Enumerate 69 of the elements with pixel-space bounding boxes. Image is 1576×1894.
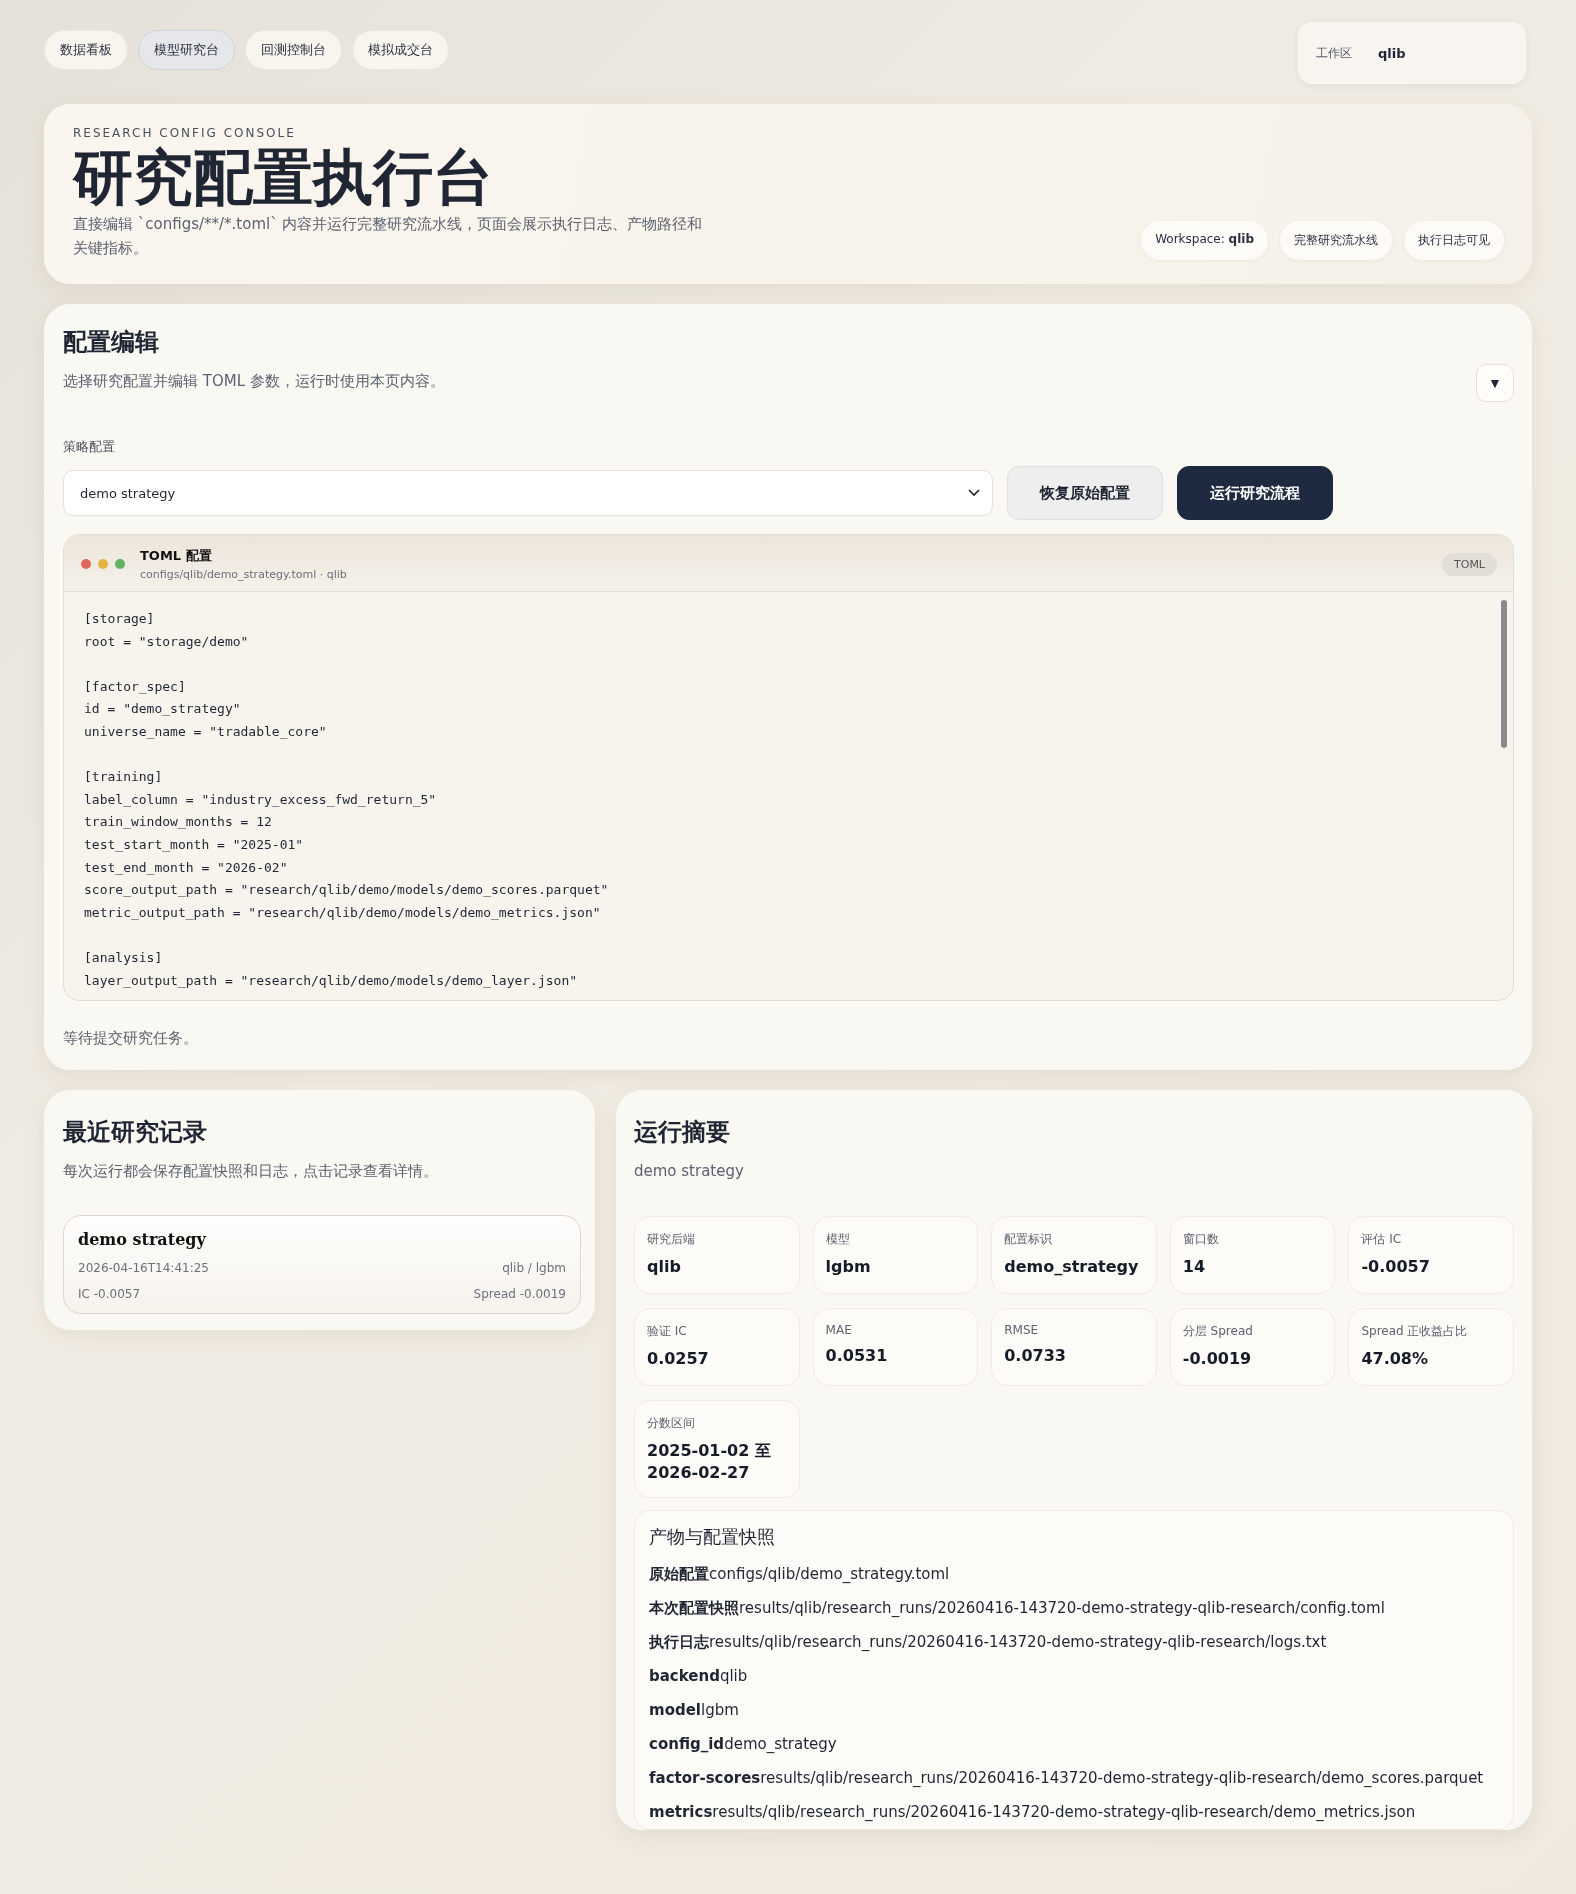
stat-label: 验证 IC [647, 1323, 688, 1340]
stat-label: Spread 正收益占比 [1361, 1323, 1469, 1340]
artifact-row-text: modellgbm [649, 1699, 740, 1721]
stat-value: qlib [647, 1256, 682, 1278]
stat-label: RMSE [1004, 1323, 1040, 1337]
stat-value: demo_strategy [1004, 1256, 1140, 1278]
history-record[interactable]: demo strategy 2026-04-16T14:41:25 qlib / lgbm IC -0.0057 Spread -0.0019 [63, 1215, 581, 1314]
page-title: 研究配置执行台 [73, 144, 494, 210]
stat-label: MAE [825, 1323, 853, 1337]
stat-label: 模型 [825, 1231, 851, 1248]
section-subtitle: demo strategy [634, 1162, 745, 1180]
stat-label: 分层 Spread [1182, 1323, 1254, 1340]
stat-value: 0.0257 [647, 1348, 710, 1370]
workspace-value: qlib [1378, 45, 1406, 61]
record-name: demo strategy [78, 1230, 208, 1249]
stat-value: lgbm [825, 1256, 872, 1278]
file-path: configs/qlib/demo_strategy.toml · qlib [140, 568, 347, 581]
artifact-row-text: backendqlib [649, 1665, 749, 1687]
run-button[interactable]: 运行研究流程 [1177, 466, 1333, 520]
record-engine: qlib / lgbm [502, 1261, 566, 1275]
section-description: 选择研究配置并编辑 TOML 参数，运行时使用本页内容。 [63, 372, 445, 391]
page-description: 直接编辑 `configs/**/*.toml` 内容并运行完整研究流水线，页面会展示执行日志、产物路径和关键指标。 [73, 214, 704, 259]
nav-tab[interactable]: 回测控制台 [245, 30, 342, 70]
artifact-row-text: 原始配置configs/qlib/demo_strategy.toml [649, 1563, 951, 1585]
stat-value: -0.0019 [1182, 1348, 1253, 1370]
stat-value: 14 [1182, 1256, 1207, 1278]
stat-value: 2025-01-02 至 2026-02-27 [647, 1440, 772, 1485]
collapse-button[interactable]: ▼ [1476, 364, 1514, 402]
format-badge: TOML [1442, 552, 1497, 576]
info-chip: Workspace: qlib [1141, 221, 1268, 260]
code-text: [storage] root = "storage/demo" [factor_spec] id = "demo_strategy" universe_name = "tradable_core" [training] label_column = "industry_excess_fwd_return_5" train_window_months = 12 test_start_month = "2025-01" test_end_month = "2026-02" score_output_path = "research/qlib/demo/models/demo_scores.parquet" metric_output_path = "research/qlib/demo/models/demo_metrics.json" [analysis] layer_output_path = "research/qlib/demo/models/demo_layer.json" [84, 610, 610, 990]
reset-button[interactable]: 恢复原始配置 [1007, 466, 1163, 520]
section-title: 运行摘要 [634, 1116, 731, 1148]
code-editor[interactable] [63, 534, 1514, 1001]
stat-label: 评估 IC [1361, 1231, 1403, 1248]
artifact-row-text: 本次配置快照results/qlib/research_runs/20260416-143720-demo-strategy-qlib-research/config.toml [649, 1597, 1386, 1619]
nav-tab[interactable]: 数据看板 [44, 30, 128, 70]
stat-value: -0.0057 [1361, 1256, 1431, 1278]
file-title: TOML 配置 [140, 547, 213, 565]
nav-tab[interactable]: 模型研究台 [138, 30, 235, 70]
info-chip: 执行日志可见 [1404, 221, 1504, 260]
artifact-row-text: factor-scoresresults/qlib/research_runs/20260416-143720-demo-strategy-qlib-research/demo_scores.parquet [649, 1767, 1485, 1789]
strategy-select[interactable]: demo strategy [63, 470, 993, 516]
artifact-row-text: metricsresults/qlib/research_runs/20260416-143720-demo-strategy-qlib-research/demo_metrics.json [649, 1801, 1417, 1823]
scrollbar-thumb[interactable] [1501, 600, 1507, 748]
section-title: 最近研究记录 [63, 1116, 208, 1148]
stat-value: 47.08% [1361, 1348, 1430, 1370]
record-spread: Spread -0.0019 [473, 1287, 566, 1301]
artifact-row-text: config_iddemo_strategy [649, 1733, 838, 1755]
section-description: 每次运行都会保存配置快照和日志，点击记录查看详情。 [63, 1162, 439, 1181]
status-text: 等待提交研究任务。 [63, 1029, 199, 1048]
workspace-label: 工作区 [1316, 44, 1352, 62]
section-title: 配置编辑 [63, 326, 160, 358]
artifact-row-text: 执行日志results/qlib/research_runs/20260416-143720-demo-strategy-qlib-research/logs.txt [649, 1631, 1328, 1653]
stat-value: 0.0531 [825, 1345, 889, 1367]
artifacts-title: 产物与配置快照 [649, 1524, 776, 1549]
stat-label: 窗口数 [1182, 1231, 1220, 1248]
stat-label: 研究后端 [647, 1231, 696, 1248]
info-chip: 完整研究流水线 [1280, 221, 1392, 260]
chevron-down-icon [968, 489, 980, 497]
record-ic: IC -0.0057 [78, 1287, 141, 1301]
field-label: 策略配置 [63, 438, 116, 456]
window-controls-icon [80, 558, 126, 570]
stat-value: 0.0733 [1004, 1345, 1067, 1367]
stat-label: 分数区间 [647, 1415, 696, 1432]
nav-tab[interactable]: 模拟成交台 [352, 30, 449, 70]
stat-label: 配置标识 [1004, 1231, 1054, 1248]
record-time: 2026-04-16T14:41:25 [78, 1261, 209, 1275]
eyebrow-text: RESEARCH CONFIG CONSOLE [73, 126, 297, 140]
